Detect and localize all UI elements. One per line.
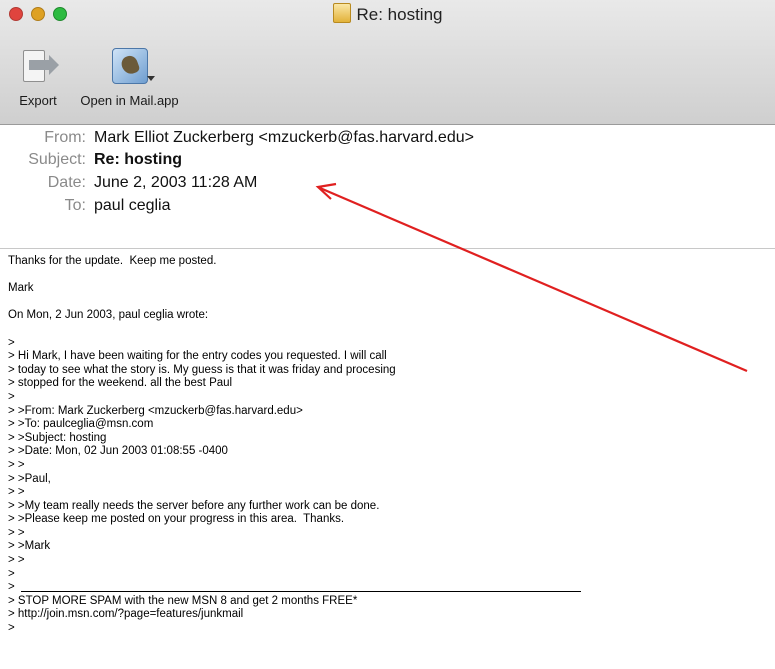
body-line: > >	[8, 486, 25, 499]
header-from: From: Mark Elliot Zuckerberg <mzuckerb@f…	[0, 129, 775, 151]
date-value: June 2, 2003 11:28 AM	[94, 174, 258, 191]
body-line: > >From: Mark Zuckerberg <mzuckerb@fas.h…	[8, 404, 303, 417]
body-line: > >Mark	[8, 540, 51, 553]
body-line: > >	[8, 554, 25, 567]
body-line: On Mon, 2 Jun 2003, paul ceglia wrote:	[8, 309, 209, 322]
subject-value: Re: hosting	[94, 151, 182, 168]
body-line: > >	[8, 458, 25, 471]
message-body: Thanks for the update. Keep me posted. Ma…	[8, 255, 768, 636]
header-date: Date: June 2, 2003 11:28 AM	[0, 174, 775, 196]
dropdown-caret-icon	[146, 76, 155, 81]
body-line: > >Subject: hosting	[8, 431, 107, 444]
body-line: > >	[8, 526, 25, 539]
export-label: Export	[19, 93, 57, 108]
window-titlebar: Re: hosting Export Open in Mail.app	[0, 0, 775, 125]
body-line: > STOP MORE SPAM with the new MSN 8 and …	[8, 594, 358, 607]
body-line: >	[8, 336, 15, 349]
to-label: To:	[64, 197, 86, 214]
body-line: > >To: paulceglia@msn.com	[8, 418, 154, 431]
window-title: Re: hosting	[0, 3, 775, 25]
subject-label: Subject:	[28, 151, 86, 168]
mail-app-icon	[111, 48, 155, 84]
body-line: > Hi Mark, I have been waiting for the e…	[8, 350, 387, 363]
open-in-mail-button[interactable]: Open in Mail.app	[72, 48, 187, 108]
body-line: >	[8, 567, 15, 580]
body-line	[8, 323, 768, 337]
body-line: > today to see what the story is. My gue…	[8, 363, 396, 376]
open-in-mail-label: Open in Mail.app	[80, 93, 179, 108]
window-title-text: Re: hosting	[356, 5, 443, 24]
document-icon	[332, 3, 351, 23]
body-line	[8, 296, 768, 310]
body-line: > >My team really needs the server befor…	[8, 499, 380, 512]
body-line: > >Date: Mon, 02 Jun 2003 01:08:55 -0400	[8, 445, 228, 458]
export-icon	[19, 48, 59, 84]
body-line: > >Please keep me posted on your progres…	[8, 513, 345, 526]
to-value[interactable]: paul ceglia	[94, 197, 171, 215]
body-line: >	[8, 581, 768, 595]
body-line: > >Paul,	[8, 472, 51, 485]
from-label: From:	[44, 129, 86, 146]
date-label: Date:	[47, 174, 86, 191]
body-line: > http://join.msn.com/?page=features/jun…	[8, 608, 244, 621]
header-divider	[0, 248, 775, 249]
header-subject: Subject: Re: hosting	[0, 151, 775, 173]
body-line: >	[8, 390, 15, 403]
signature-separator	[20, 581, 581, 593]
header-to: To: paul ceglia	[0, 197, 775, 219]
message-headers: From: Mark Elliot Zuckerberg <mzuckerb@f…	[0, 129, 775, 249]
body-line: Thanks for the update. Keep me posted.	[8, 255, 217, 267]
export-button[interactable]: Export	[8, 48, 68, 108]
from-value[interactable]: Mark Elliot Zuckerberg <mzuckerb@fas.har…	[94, 129, 474, 147]
body-line: Mark	[8, 282, 34, 295]
body-line	[8, 269, 768, 283]
body-line: >	[8, 622, 15, 635]
body-line: > stopped for the weekend. all the best …	[8, 377, 233, 390]
